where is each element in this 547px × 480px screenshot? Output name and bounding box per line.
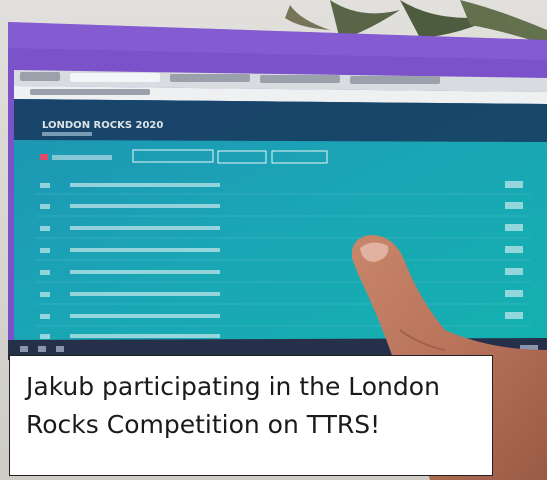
caption-box: Jakub participating in the London Rocks … xyxy=(9,355,493,476)
screen-heading: LONDON ROCKS 2020 xyxy=(42,120,163,131)
caption-line-2: Rocks Competition on TTRS! xyxy=(26,410,381,439)
caption-line-1: Jakub participating in the London xyxy=(26,372,440,401)
